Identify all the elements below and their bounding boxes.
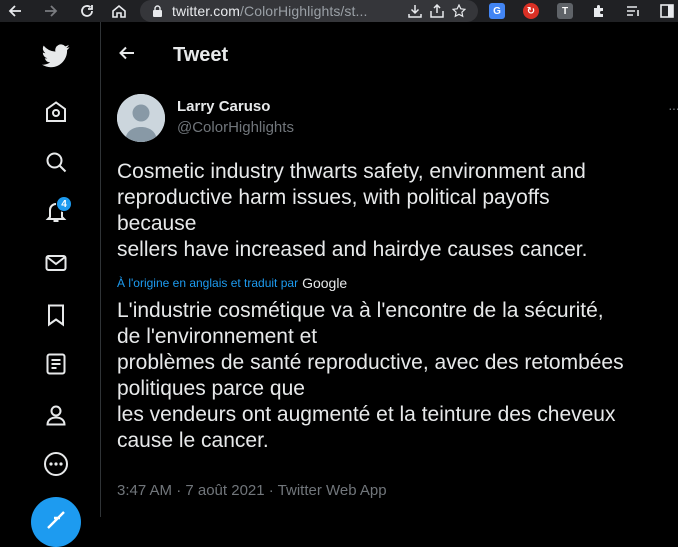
nav-profile-icon[interactable] — [40, 399, 72, 431]
more-options-icon[interactable]: ··· — [668, 100, 678, 116]
page-title: Tweet — [173, 44, 229, 66]
red-circle-extension-icon[interactable]: ↻ — [520, 0, 542, 22]
browser-toolbar: twitter.com/ColorHighlights/st... G ↻ T — [0, 0, 678, 22]
nav-home-icon[interactable] — [40, 96, 72, 128]
bookmark-star-icon[interactable] — [448, 0, 470, 22]
translated-tweet-text: L'industrie cosmétique va à l'encontre d… — [117, 299, 624, 452]
address-bar[interactable]: twitter.com/ColorHighlights/st... — [140, 0, 478, 22]
translated-by-label: À l'origine en anglais et traduit par — [117, 276, 299, 290]
nav-bookmarks-icon[interactable] — [40, 299, 72, 331]
reload-icon[interactable] — [76, 0, 98, 22]
twitter-sidebar: 4 — [0, 22, 101, 547]
extensions-bar: G ↻ T — [486, 0, 678, 22]
lock-icon[interactable] — [152, 5, 164, 17]
compose-feather-icon — [47, 511, 65, 529]
tweet-text: Cosmetic industry thwarts safety, enviro… — [117, 160, 588, 261]
home-icon[interactable] — [108, 0, 130, 22]
tweet-timestamp[interactable]: 3:47 AM · 7 août 2021 · Twitter Web App — [117, 482, 387, 499]
text-extension-icon[interactable]: T — [554, 0, 576, 22]
nav-lists-icon[interactable] — [40, 348, 72, 380]
tweet-header: Tweet — [102, 22, 678, 90]
nav-messages-icon[interactable] — [40, 247, 72, 279]
author-handle[interactable]: @ColorHighlights — [177, 119, 294, 136]
forward-arrow-icon[interactable] — [40, 0, 62, 22]
tweet-author: Larry Caruso @ColorHighlights ··· — [117, 94, 678, 144]
google-translate-extension-icon[interactable]: G — [486, 0, 508, 22]
tweet-detail-column: Tweet Larry Caruso @ColorHighlights ··· … — [102, 22, 678, 517]
translation-attribution[interactable]: À l'origine en anglais et traduit par Go… — [117, 275, 347, 291]
side-panel-icon[interactable] — [656, 0, 678, 22]
author-name[interactable]: Larry Caruso — [177, 98, 270, 115]
back-arrow-icon — [119, 46, 134, 60]
compose-tweet-button[interactable] — [31, 497, 81, 547]
twitter-logo-icon[interactable] — [40, 40, 72, 72]
url-host: twitter.com — [172, 3, 241, 19]
default-avatar-icon — [117, 94, 165, 142]
back-button[interactable] — [114, 40, 140, 66]
google-logo: Google — [302, 275, 348, 291]
nav-more-icon[interactable] — [40, 448, 72, 480]
avatar[interactable] — [117, 94, 165, 142]
puzzle-extensions-icon[interactable] — [588, 0, 610, 22]
reading-list-icon[interactable] — [622, 0, 644, 22]
back-arrow-icon[interactable] — [4, 0, 26, 22]
share-icon[interactable] — [426, 0, 448, 22]
nav-explore-icon[interactable] — [40, 146, 72, 178]
nav-notifications-icon[interactable]: 4 — [40, 196, 72, 228]
install-app-icon[interactable] — [404, 0, 426, 22]
url-text: twitter.com/ColorHighlights/st... — [172, 3, 404, 19]
url-path: /ColorHighlights/st... — [240, 3, 368, 19]
notifications-badge: 4 — [56, 196, 72, 212]
